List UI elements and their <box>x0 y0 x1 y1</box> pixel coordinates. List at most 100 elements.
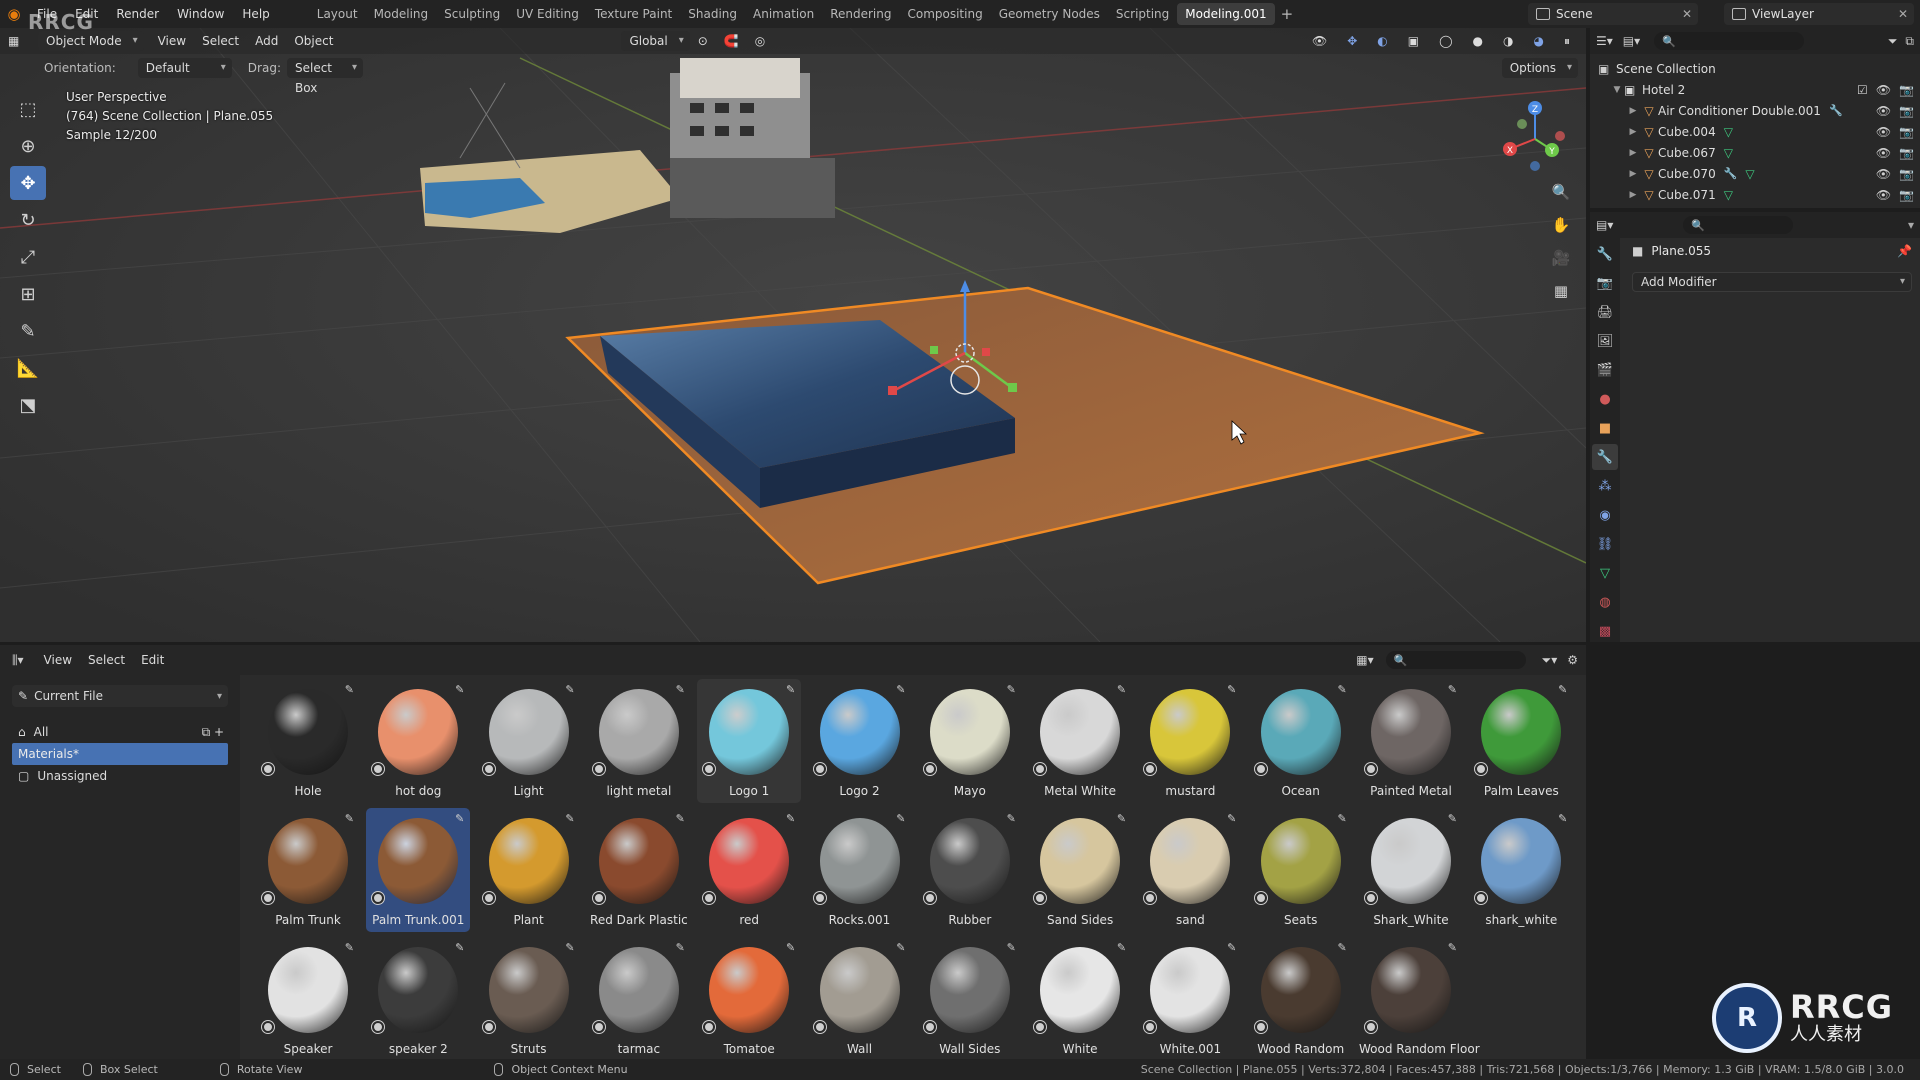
viewport-menu-view[interactable]: View <box>150 31 194 51</box>
material-tile[interactable]: ✎ Metal White <box>1028 679 1132 803</box>
camera-icon[interactable]: 📷 <box>1899 83 1914 97</box>
pivot-icon[interactable]: ⊙ <box>690 31 716 51</box>
viewport-menu-add[interactable]: Add <box>247 31 286 51</box>
proportional-edit-icon[interactable]: ◎ <box>747 31 773 51</box>
edit-asset-icon[interactable]: ✎ <box>565 683 574 696</box>
pin-icon[interactable]: 📌 <box>1897 244 1912 258</box>
material-tile[interactable]: ✎ Wall Sides <box>918 937 1022 1061</box>
tab-modeling-001[interactable]: Modeling.001 <box>1177 3 1275 25</box>
camera-icon[interactable]: 📷 <box>1899 167 1914 181</box>
material-tile[interactable]: ✎ Rocks.001 <box>808 808 912 932</box>
edit-asset-icon[interactable]: ✎ <box>455 683 464 696</box>
options-dropdown[interactable]: Options <box>1501 58 1578 78</box>
pan-hand-icon[interactable]: ✋ <box>1548 211 1574 239</box>
transform-orientation-selector[interactable]: Global <box>621 31 690 51</box>
tab-scripting[interactable]: Scripting <box>1108 3 1177 25</box>
asset-menu-select[interactable]: Select <box>80 650 133 670</box>
material-tile[interactable]: ✎ Shark_White <box>1359 808 1463 932</box>
edit-asset-icon[interactable]: ✎ <box>565 941 574 954</box>
tab-shading[interactable]: Shading <box>680 3 745 25</box>
shading-rendered-icon[interactable]: ◕ <box>1526 31 1552 51</box>
gizmo-toggle-icon[interactable]: ✥ <box>1339 31 1365 51</box>
expand-arrow-icon[interactable]: ▶ <box>1626 190 1640 200</box>
mode-selector[interactable]: Object Mode <box>38 31 144 51</box>
viewport-menu-select[interactable]: Select <box>194 31 247 51</box>
tab-geometry-nodes[interactable]: Geometry Nodes <box>991 3 1108 25</box>
material-tile[interactable]: ✎ tarmac <box>587 937 691 1061</box>
edit-asset-icon[interactable]: ✎ <box>345 812 354 825</box>
view-layer-close-icon[interactable]: ✕ <box>1898 7 1908 21</box>
camera-icon[interactable]: 📷 <box>1899 188 1914 202</box>
material-tile[interactable]: ✎ mustard <box>1138 679 1242 803</box>
outliner-item[interactable]: ▶ ▽ Cube.067 ▽ 👁 📷 <box>1590 142 1920 163</box>
scene-collection-row[interactable]: ▣ Scene Collection <box>1590 58 1920 79</box>
orientation-dropdown[interactable]: Default <box>137 58 232 78</box>
material-tile[interactable]: ✎ Rubber <box>918 808 1022 932</box>
tab-uv-editing[interactable]: UV Editing <box>508 3 587 25</box>
edit-asset-icon[interactable]: ✎ <box>1337 812 1346 825</box>
overlays-icon[interactable]: ◐ <box>1369 31 1395 51</box>
edit-asset-icon[interactable]: ✎ <box>676 812 685 825</box>
tab-rendering[interactable]: Rendering <box>822 3 899 25</box>
mesh-data-icon[interactable]: ▽ <box>1724 146 1733 160</box>
eye-icon[interactable]: 👁 <box>1876 125 1891 139</box>
zoom-icon[interactable]: 🔍 <box>1548 178 1574 206</box>
material-tile[interactable]: ✎ Wood Random Floor <box>1359 937 1480 1061</box>
expand-arrow-icon[interactable]: ▶ <box>1626 106 1640 116</box>
material-tile[interactable]: ✎ Wall <box>808 937 912 1061</box>
drag-dropdown[interactable]: Select Box <box>286 58 363 95</box>
tab-texture-paint[interactable]: Texture Paint <box>587 3 680 25</box>
outliner-item[interactable]: ▶ ▽ Cube.070 🔧 ▽ 👁 📷 <box>1590 163 1920 184</box>
camera-icon[interactable]: 📷 <box>1899 146 1914 160</box>
edit-asset-icon[interactable]: ✎ <box>345 683 354 696</box>
tab-sculpting[interactable]: Sculpting <box>436 3 508 25</box>
annotate-tool-icon[interactable]: ✎ <box>10 314 46 348</box>
expand-arrow-icon[interactable]: ▶ <box>1626 169 1640 179</box>
particles-tab-icon[interactable]: ⁂ <box>1592 473 1618 499</box>
edit-asset-icon[interactable]: ✎ <box>1448 941 1457 954</box>
material-tile[interactable]: ✎ sand <box>1138 808 1242 932</box>
material-tile[interactable]: ✎ Light <box>477 679 581 803</box>
edit-asset-icon[interactable]: ✎ <box>1337 941 1346 954</box>
physics-tab-icon[interactable]: ◉ <box>1592 502 1618 528</box>
menu-window[interactable]: Window <box>168 3 233 25</box>
world-tab-icon[interactable]: ● <box>1592 386 1618 412</box>
scene-selector[interactable]: Scene ✕ <box>1528 3 1698 25</box>
output-tab-icon[interactable]: 🖨 <box>1592 299 1618 325</box>
modifier-wrench-icon[interactable]: 🔧 <box>1724 167 1738 180</box>
edit-asset-icon[interactable]: ✎ <box>1337 683 1346 696</box>
material-tile[interactable]: ✎ Ocean <box>1249 679 1353 803</box>
outliner-item[interactable]: ▶ ▽ Cube.071 ▽ 👁 📷 <box>1590 184 1920 205</box>
edit-asset-icon[interactable]: ✎ <box>1558 683 1567 696</box>
properties-search-input[interactable]: 🔍 <box>1683 216 1794 234</box>
camera-icon[interactable]: 📷 <box>1899 104 1914 118</box>
edit-asset-icon[interactable]: ✎ <box>1007 941 1016 954</box>
modifier-tab-icon[interactable]: 🔧 <box>1592 444 1618 470</box>
checkbox-icon[interactable]: ☑ <box>1857 83 1868 97</box>
menu-render[interactable]: Render <box>107 3 168 25</box>
material-tile[interactable]: ✎ Wood Random <box>1249 937 1353 1061</box>
material-tile[interactable]: ✎ Red Dark Plastic <box>587 808 691 932</box>
material-tile[interactable]: ✎ Logo 2 <box>808 679 912 803</box>
material-tile[interactable]: ✎ Palm Leaves <box>1469 679 1573 803</box>
properties-options-icon[interactable]: ▾ <box>1908 218 1914 232</box>
material-tile[interactable]: ✎ Sand Sides <box>1028 808 1132 932</box>
outliner-item[interactable]: ▶ ▽ Air Conditioner Double.001 🔧 👁 📷 <box>1590 100 1920 121</box>
asset-settings-gear-icon[interactable]: ⚙ <box>1567 653 1578 667</box>
material-tile[interactable]: ✎ Logo 1 <box>697 679 802 803</box>
scene-close-icon[interactable]: ✕ <box>1682 7 1692 21</box>
tab-layout[interactable]: Layout <box>309 3 366 25</box>
object-tab-icon[interactable]: ■ <box>1592 415 1618 441</box>
viewport-menu-object[interactable]: Object <box>286 31 341 51</box>
move-tool-icon[interactable]: ✥ <box>10 166 46 200</box>
visibility-icon[interactable]: 👁 <box>1304 31 1335 51</box>
material-tile[interactable]: ✎ Palm Trunk <box>256 808 360 932</box>
mesh-data-icon[interactable]: ▽ <box>1745 167 1754 181</box>
material-tile[interactable]: ✎ Tomatoe <box>697 937 801 1061</box>
edit-asset-icon[interactable]: ✎ <box>455 812 464 825</box>
shading-material-icon[interactable]: ◑ <box>1495 31 1521 51</box>
camera-view-icon[interactable]: 🎥 <box>1548 244 1574 272</box>
scene-tab-icon[interactable]: 🎬 <box>1592 357 1618 383</box>
edit-asset-icon[interactable]: ✎ <box>1117 812 1126 825</box>
edit-asset-icon[interactable]: ✎ <box>786 812 795 825</box>
